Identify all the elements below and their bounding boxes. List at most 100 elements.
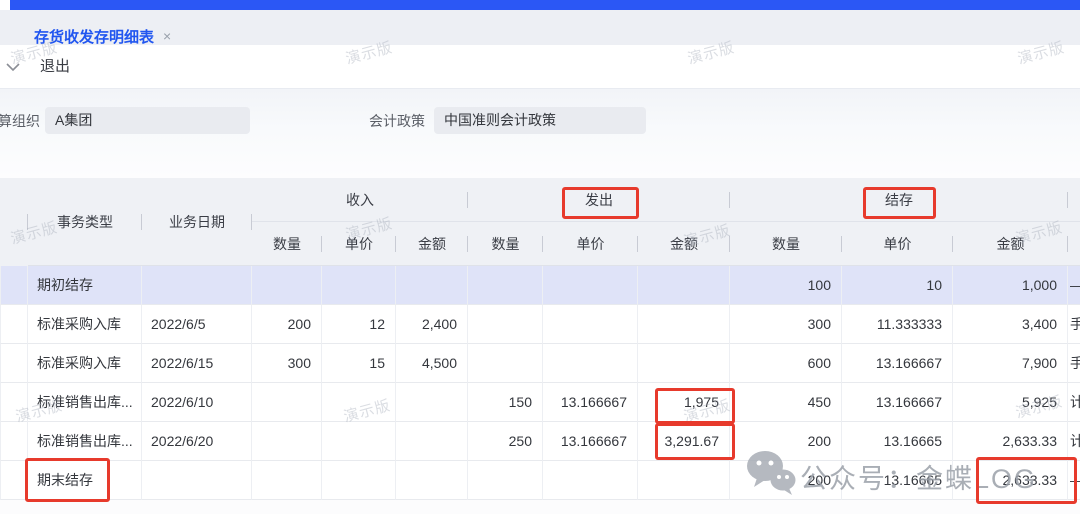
cell-balance-amount[interactable]: 3,400 [953, 305, 1068, 344]
cell-income-amount[interactable] [396, 461, 468, 500]
col-header-income-qty[interactable]: 数量 [252, 222, 322, 266]
cell-txn-type[interactable]: 标准采购入库 [28, 305, 142, 344]
cell-balance-price[interactable]: 13.16665 [842, 461, 953, 500]
cell-next-clipped[interactable]: — [1068, 461, 1080, 500]
cell-issue-qty[interactable]: 250 [468, 422, 543, 461]
group-header-balance[interactable]: 结存 [730, 178, 1068, 222]
cell-balance-amount[interactable]: 1,000 [953, 266, 1068, 305]
cell-next-clipped[interactable]: 计 [1068, 422, 1080, 461]
cell-income-amount[interactable] [396, 266, 468, 305]
cell-next-clipped[interactable]: 手 [1068, 344, 1080, 383]
cell-balance-qty[interactable]: 200 [730, 461, 842, 500]
tab-bar: 存货收发存明细表 × [0, 10, 1080, 45]
cell-balance-amount[interactable]: 7,900 [953, 344, 1068, 383]
cell-income-amount[interactable] [396, 422, 468, 461]
table-cell[interactable] [0, 422, 28, 461]
cell-income-amount[interactable] [396, 383, 468, 422]
table-cell[interactable] [0, 305, 28, 344]
cell-txn-type[interactable]: 期初结存 [28, 266, 142, 305]
cell-issue-amount[interactable] [638, 266, 730, 305]
col-header-balance-price[interactable]: 单价 [842, 222, 953, 266]
cell-next-clipped[interactable]: 计 [1068, 383, 1080, 422]
cell-issue-price[interactable] [543, 344, 638, 383]
cell-txn-type[interactable]: 期末结存 [28, 461, 142, 500]
cell-issue-price[interactable]: 13.166667 [543, 383, 638, 422]
cell-income-qty[interactable] [252, 422, 322, 461]
cell-income-qty[interactable] [252, 461, 322, 500]
col-header-txn-type[interactable]: 事务类型 [28, 178, 142, 266]
cell-income-qty[interactable] [252, 266, 322, 305]
cell-balance-qty[interactable]: 100 [730, 266, 842, 305]
policy-input[interactable]: 中国准则会计政策 [434, 107, 646, 134]
cell-issue-price[interactable] [543, 266, 638, 305]
cell-issue-price[interactable] [543, 461, 638, 500]
cell-balance-qty[interactable]: 300 [730, 305, 842, 344]
cell-issue-qty[interactable] [468, 344, 543, 383]
cell-biz-date[interactable]: 2022/6/10 [142, 383, 252, 422]
cell-next-clipped[interactable]: 手 [1068, 305, 1080, 344]
col-header-income-amount[interactable]: 金额 [396, 222, 468, 266]
cell-txn-type[interactable]: 标准销售出库... [28, 383, 142, 422]
cell-balance-price[interactable]: 11.333333 [842, 305, 953, 344]
cell-balance-price[interactable]: 13.16665 [842, 422, 953, 461]
cell-issue-amount[interactable] [638, 344, 730, 383]
col-header-issue-amount[interactable]: 金额 [638, 222, 730, 266]
cell-balance-amount[interactable]: 5,925 [953, 383, 1068, 422]
cell-issue-qty[interactable]: 150 [468, 383, 543, 422]
cell-biz-date[interactable]: 2022/6/20 [142, 422, 252, 461]
cell-income-price[interactable]: 15 [322, 344, 396, 383]
cell-biz-date[interactable]: 2022/6/15 [142, 344, 252, 383]
cell-balance-qty[interactable]: 200 [730, 422, 842, 461]
cell-income-price[interactable]: 12 [322, 305, 396, 344]
cell-balance-price[interactable]: 10 [842, 266, 953, 305]
col-header-biz-date[interactable]: 业务日期 [142, 178, 252, 266]
group-header-issue[interactable]: 发出 [468, 178, 730, 222]
cell-issue-amount[interactable]: 3,291.67 [638, 422, 730, 461]
group-header-income[interactable]: 收入 [252, 178, 468, 222]
col-header-income-price[interactable]: 单价 [322, 222, 396, 266]
cell-balance-qty[interactable]: 600 [730, 344, 842, 383]
col-header-issue-qty[interactable]: 数量 [468, 222, 543, 266]
col-header-balance-qty[interactable]: 数量 [730, 222, 842, 266]
bottom-strip [0, 500, 1080, 514]
collapse-chevron-icon[interactable] [5, 60, 21, 78]
table-cell[interactable] [0, 461, 28, 500]
cell-balance-price[interactable]: 13.166667 [842, 344, 953, 383]
cell-issue-amount[interactable] [638, 461, 730, 500]
cell-biz-date[interactable] [142, 461, 252, 500]
cell-balance-qty[interactable]: 450 [730, 383, 842, 422]
cell-income-amount[interactable]: 4,500 [396, 344, 468, 383]
cell-balance-price[interactable]: 13.166667 [842, 383, 953, 422]
cell-issue-qty[interactable] [468, 305, 543, 344]
cell-income-price[interactable] [322, 422, 396, 461]
col-header-issue-price[interactable]: 单价 [543, 222, 638, 266]
cell-balance-amount[interactable]: 2,633.33 [953, 461, 1068, 500]
cell-income-qty[interactable]: 300 [252, 344, 322, 383]
cell-issue-price[interactable] [543, 305, 638, 344]
cell-issue-qty[interactable] [468, 266, 543, 305]
cell-income-price[interactable] [322, 383, 396, 422]
table-cell[interactable] [0, 383, 28, 422]
cell-income-qty[interactable]: 200 [252, 305, 322, 344]
toolbar: 退出 [0, 45, 1080, 88]
cell-biz-date[interactable] [142, 266, 252, 305]
exit-button[interactable]: 退出 [40, 45, 70, 88]
cell-txn-type[interactable]: 标准销售出库... [28, 422, 142, 461]
cell-income-price[interactable] [322, 266, 396, 305]
cell-biz-date[interactable]: 2022/6/5 [142, 305, 252, 344]
table-cell[interactable] [0, 344, 28, 383]
cell-issue-amount[interactable]: 1,975 [638, 383, 730, 422]
cell-issue-qty[interactable] [468, 461, 543, 500]
cell-issue-price[interactable]: 13.166667 [543, 422, 638, 461]
tab-close-icon[interactable]: × [163, 29, 171, 43]
col-header-balance-amount[interactable]: 金额 [953, 222, 1068, 266]
cell-income-amount[interactable]: 2,400 [396, 305, 468, 344]
table-cell[interactable] [0, 266, 28, 305]
cell-issue-amount[interactable] [638, 305, 730, 344]
cell-next-clipped[interactable]: — [1068, 266, 1080, 305]
cell-income-qty[interactable] [252, 383, 322, 422]
org-input[interactable]: A集团 [45, 107, 250, 134]
cell-txn-type[interactable]: 标准采购入库 [28, 344, 142, 383]
cell-balance-amount[interactable]: 2,633.33 [953, 422, 1068, 461]
cell-income-price[interactable] [322, 461, 396, 500]
